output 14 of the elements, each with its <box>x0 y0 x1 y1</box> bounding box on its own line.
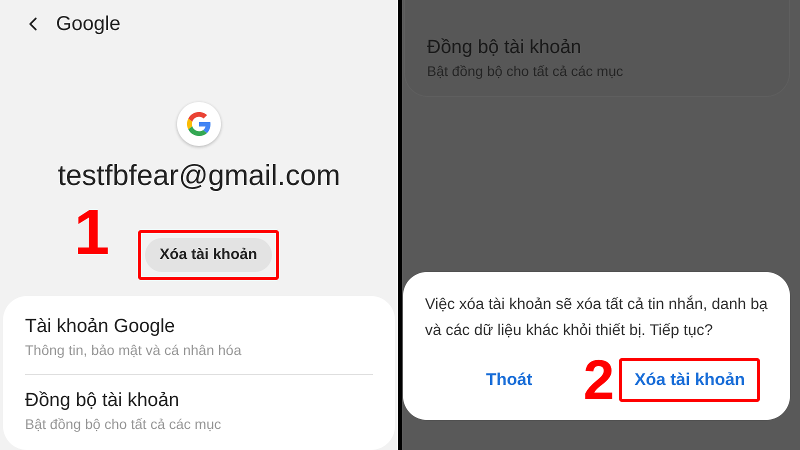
item-title[interactable]: Tài khoản Google <box>25 315 373 339</box>
dialog-message: Việc xóa tài khoản sẽ xóa tất cả tin nhắn, danh bạ và các dữ liệu khác khỏi thiết bị. Tiếp tục? <box>425 294 769 341</box>
item-subtitle: Thông tin, bảo mật và cá nhân hóa <box>25 341 242 360</box>
remove-account-button[interactable]: Xóa tài khoản <box>144 238 272 272</box>
item-title[interactable]: Đồng bộ tài khoản <box>25 389 373 413</box>
item-subtitle: Bật đồng bộ cho tất cả các mục <box>25 415 222 434</box>
dialog-button[interactable]: Thoát <box>486 367 532 392</box>
account-email: testfbfear@gmail.com <box>58 158 340 194</box>
step-number: 1 <box>74 202 110 262</box>
screen-title: Google <box>56 12 120 38</box>
dialog-button[interactable]: Xóa tài khoản <box>634 367 745 392</box>
google-logo <box>177 102 221 146</box>
item-title: Đồng bộ tài khoản <box>427 36 582 60</box>
step-number: 2 <box>583 354 614 406</box>
